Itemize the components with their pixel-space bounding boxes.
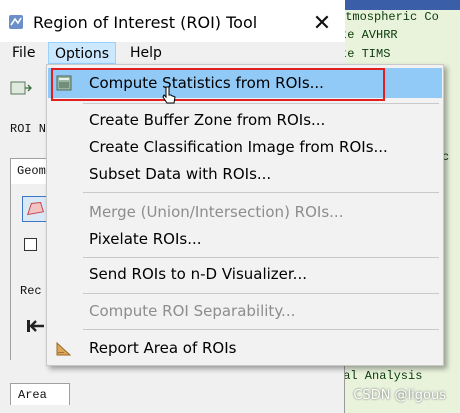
ruler-triangle-icon bbox=[56, 341, 72, 356]
watermark-text: CSDN @ligous bbox=[353, 388, 446, 403]
menu-item-pixelate-rois[interactable]: Pixelate ROIs... bbox=[48, 224, 442, 254]
tab-geometry-label: Geom bbox=[17, 164, 46, 178]
tree-item[interactable]: te AVHRR bbox=[340, 28, 398, 42]
menu-options[interactable]: Options bbox=[48, 42, 117, 64]
envi-app-icon bbox=[9, 15, 23, 29]
tree-item-label: te AVHRR bbox=[340, 28, 398, 42]
tree-item-label: ral Analysis bbox=[336, 369, 423, 383]
tree-item-label: Atmospheric Co bbox=[338, 10, 439, 24]
menu-separator bbox=[83, 329, 439, 330]
menu-separator bbox=[83, 257, 439, 258]
menu-item-label: Pixelate ROIs... bbox=[89, 230, 202, 248]
tree-item[interactable]: te TIMS bbox=[340, 47, 390, 61]
roi-type-icon[interactable] bbox=[10, 80, 32, 98]
record-label: Rec bbox=[20, 284, 42, 298]
tree-item[interactable]: ral Analysis bbox=[336, 369, 422, 383]
menu-item-compute-roi-separability: Compute ROI Separability... bbox=[48, 296, 442, 326]
geometry-checkbox[interactable] bbox=[24, 238, 37, 251]
close-icon: ✕ bbox=[312, 10, 332, 35]
menu-item-label: Send ROIs to n-D Visualizer... bbox=[89, 265, 307, 283]
hand-cursor-icon bbox=[162, 86, 176, 104]
title-bar[interactable]: Region of Interest (ROI) Tool ✕ bbox=[0, 0, 345, 42]
tab-area-label: Area bbox=[18, 388, 47, 402]
menu-separator bbox=[83, 192, 439, 193]
menu-item-subset-data[interactable]: Subset Data with ROIs... bbox=[48, 159, 442, 189]
menu-bar: File Options Help bbox=[0, 42, 345, 66]
menu-item-send-to-nd-visualizer[interactable]: Send ROIs to n-D Visualizer... bbox=[48, 259, 442, 289]
tree-item[interactable]: Atmospheric Co bbox=[338, 10, 439, 24]
menu-item-merge-rois: Merge (Union/Intersection) ROIs... bbox=[48, 197, 442, 227]
close-button[interactable]: ✕ bbox=[300, 6, 344, 40]
options-dropdown-menu: Compute Statistics from ROIs... Create B… bbox=[46, 64, 444, 366]
menu-item-label: Compute ROI Separability... bbox=[89, 302, 296, 320]
menu-item-report-area[interactable]: Report Area of ROIs bbox=[48, 333, 442, 363]
tree-item-label: te TIMS bbox=[340, 47, 391, 61]
menu-file[interactable]: File bbox=[6, 42, 41, 64]
menu-item-create-buffer-zone[interactable]: Create Buffer Zone from ROIs... bbox=[48, 105, 442, 135]
roi-name-label: ROI N bbox=[10, 122, 47, 136]
menu-separator bbox=[83, 103, 439, 104]
menu-item-create-classification-image[interactable]: Create Classification Image from ROIs... bbox=[48, 132, 442, 162]
window-title: Region of Interest (ROI) Tool bbox=[33, 13, 258, 32]
menu-item-label: Create Classification Image from ROIs... bbox=[89, 138, 388, 156]
menu-help[interactable]: Help bbox=[124, 42, 168, 64]
menu-item-label: Create Buffer Zone from ROIs... bbox=[89, 111, 326, 129]
go-to-first-icon[interactable] bbox=[26, 318, 46, 334]
menu-item-label: Subset Data with ROIs... bbox=[89, 165, 272, 183]
menu-item-label: Merge (Union/Intersection) ROIs... bbox=[89, 203, 344, 221]
tree-selected-item[interactable] bbox=[330, 0, 460, 10]
menu-item-label: Report Area of ROIs bbox=[89, 339, 237, 357]
tab-area[interactable]: Area bbox=[10, 383, 70, 405]
red-annotation-frame bbox=[51, 68, 385, 101]
menu-separator bbox=[83, 293, 439, 294]
